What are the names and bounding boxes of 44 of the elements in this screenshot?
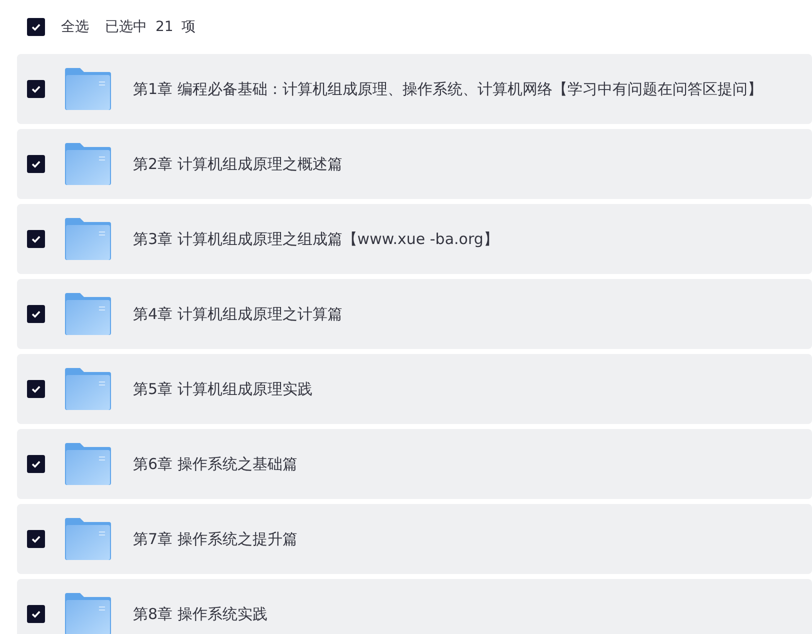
folder-row[interactable]: 第7章 操作系统之提升篇 xyxy=(17,504,812,574)
folder-icon xyxy=(65,443,111,485)
checkbox[interactable] xyxy=(27,605,45,623)
folder-icon xyxy=(65,143,111,185)
folder-name: 第6章 操作系统之基础篇 xyxy=(133,454,298,475)
folder-icon xyxy=(65,218,111,260)
selection-count: 已选中 21 项 xyxy=(105,18,196,36)
folder-name: 第4章 计算机组成原理之计算篇 xyxy=(133,304,342,325)
checkbox[interactable] xyxy=(27,80,45,98)
folder-icon xyxy=(65,368,111,410)
check-icon xyxy=(30,233,42,245)
check-icon xyxy=(30,158,42,170)
folder-name: 第8章 操作系统实践 xyxy=(133,604,268,625)
folder-row[interactable]: 第6章 操作系统之基础篇 xyxy=(17,429,812,499)
check-icon xyxy=(30,533,42,545)
check-icon xyxy=(30,308,42,320)
check-icon xyxy=(30,608,42,620)
folder-name: 第2章 计算机组成原理之概述篇 xyxy=(133,154,342,175)
checkbox[interactable] xyxy=(27,18,45,36)
checkbox[interactable] xyxy=(27,530,45,548)
folder-row[interactable]: 第4章 计算机组成原理之计算篇 xyxy=(17,279,812,349)
folder-icon xyxy=(65,293,111,335)
folder-name: 第3章 计算机组成原理之组成篇【www.xue -ba.org】 xyxy=(133,228,498,250)
check-icon xyxy=(30,458,42,470)
checkbox[interactable] xyxy=(27,305,45,323)
folder-icon xyxy=(65,518,111,560)
folder-icon xyxy=(65,68,111,110)
folder-name: 第7章 操作系统之提升篇 xyxy=(133,528,298,550)
checkbox[interactable] xyxy=(27,455,45,473)
folder-name: 第5章 计算机组成原理实践 xyxy=(133,378,312,400)
checkbox[interactable] xyxy=(27,230,45,248)
checkbox[interactable] xyxy=(27,380,45,398)
folder-row[interactable]: 第5章 计算机组成原理实践 xyxy=(17,354,812,424)
folder-icon xyxy=(65,593,111,634)
folder-row[interactable]: 第1章 编程必备基础：计算机组成原理、操作系统、计算机网络【学习中有问题在问答区提问】 xyxy=(17,54,812,124)
folder-row[interactable]: 第2章 计算机组成原理之概述篇 xyxy=(17,129,812,199)
folder-row[interactable]: 第3章 计算机组成原理之组成篇【www.xue -ba.org】 xyxy=(17,204,812,274)
checkbox[interactable] xyxy=(27,155,45,173)
check-icon xyxy=(30,21,42,33)
folder-name: 第1章 编程必备基础：计算机组成原理、操作系统、计算机网络【学习中有问题在问答区提问】 xyxy=(133,78,762,100)
select-all-label[interactable]: 全选 xyxy=(61,16,89,38)
check-icon xyxy=(30,383,42,395)
check-icon xyxy=(30,83,42,95)
folder-row[interactable]: 第8章 操作系统实践 xyxy=(17,579,812,634)
